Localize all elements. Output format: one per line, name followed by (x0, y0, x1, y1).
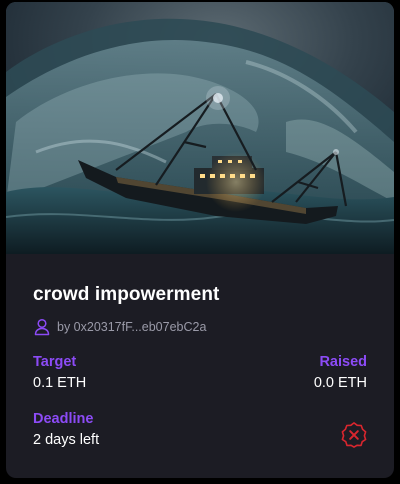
target-label: Target (33, 354, 77, 370)
campaign-title: crowd impowerment (33, 284, 220, 305)
deadline-row: Deadline 2 days left (33, 411, 367, 448)
close-circle-icon[interactable] (341, 422, 367, 448)
target-value: 0.1 ETH (33, 375, 87, 391)
funding-stats: Target 0.1 ETH Raised 0.0 ETH (33, 354, 367, 391)
campaign-card[interactable]: crowd impowerment by 0x20317fF...eb07ebC… (6, 2, 394, 478)
card-body: crowd impowerment by 0x20317fF...eb07ebC… (6, 284, 394, 448)
raised-value: 0.0 ETH (313, 375, 367, 391)
owner-address: by 0x20317fF...eb07ebC2a (57, 320, 207, 334)
raised-stat: Raised 0.0 ETH (314, 354, 367, 391)
user-icon (34, 318, 50, 336)
raised-label: Raised (319, 354, 367, 370)
ship-storm-illustration (6, 2, 394, 254)
deadline-label: Deadline (33, 411, 94, 427)
campaign-image (6, 2, 394, 254)
owner-row: by 0x20317fF...eb07ebC2a (33, 317, 367, 337)
target-stat: Target 0.1 ETH (33, 354, 86, 391)
deadline-value: 2 days left (33, 432, 100, 448)
deadline-stat: Deadline 2 days left (33, 411, 99, 448)
